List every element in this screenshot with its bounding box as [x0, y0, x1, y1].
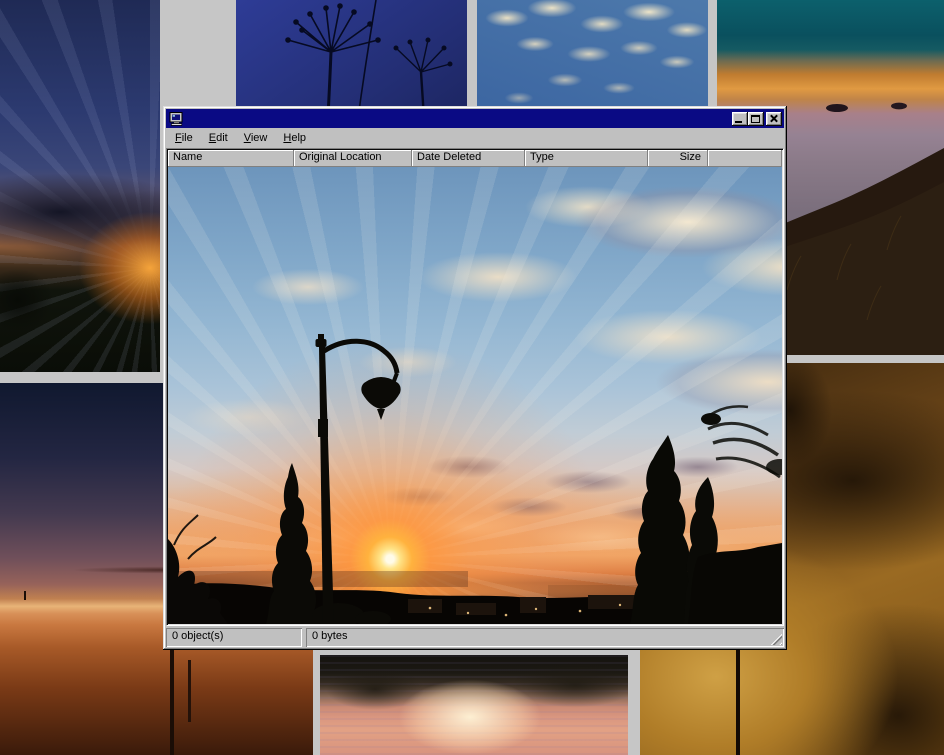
- wallpaper-photo-pink-reflection: [320, 655, 628, 755]
- recycle-bin-window: File Edit View Help Name Original Locati…: [163, 106, 787, 650]
- sunset-silhouettes: [168, 167, 782, 624]
- status-bar: 0 object(s) 0 bytes: [166, 628, 784, 647]
- resize-grip[interactable]: [770, 633, 782, 645]
- file-list-view: Name Original Location Date Deleted Type…: [166, 148, 784, 626]
- menu-edit[interactable]: Edit: [201, 130, 236, 146]
- close-icon: [769, 114, 778, 123]
- menu-bar: File Edit View Help: [166, 128, 784, 148]
- titlebar[interactable]: [166, 109, 784, 128]
- minimize-button[interactable]: [732, 112, 748, 126]
- list-body-sunset-photo[interactable]: [168, 167, 782, 624]
- menu-view[interactable]: View: [236, 130, 276, 146]
- column-header-original-location[interactable]: Original Location: [294, 150, 412, 167]
- wallpaper-photo-sunset-rays: [0, 0, 160, 372]
- status-object-count: 0 object(s): [166, 628, 302, 647]
- computer-icon: [169, 112, 184, 126]
- menu-help[interactable]: Help: [275, 130, 314, 146]
- minimize-icon: [735, 121, 742, 123]
- maximize-button[interactable]: [748, 112, 764, 126]
- column-header-name[interactable]: Name: [168, 150, 294, 167]
- column-header-row: Name Original Location Date Deleted Type…: [168, 150, 782, 167]
- water-pole: [188, 660, 191, 722]
- close-button[interactable]: [766, 112, 782, 126]
- maximize-icon: [751, 115, 760, 123]
- water-pole: [24, 591, 26, 600]
- water-pole: [170, 650, 174, 755]
- column-header-filler: [708, 150, 782, 167]
- column-header-type[interactable]: Type: [525, 150, 648, 167]
- column-header-size[interactable]: Size: [648, 150, 708, 167]
- status-total-size: 0 bytes: [306, 628, 784, 647]
- menu-file[interactable]: File: [167, 130, 201, 146]
- column-header-date-deleted[interactable]: Date Deleted: [412, 150, 525, 167]
